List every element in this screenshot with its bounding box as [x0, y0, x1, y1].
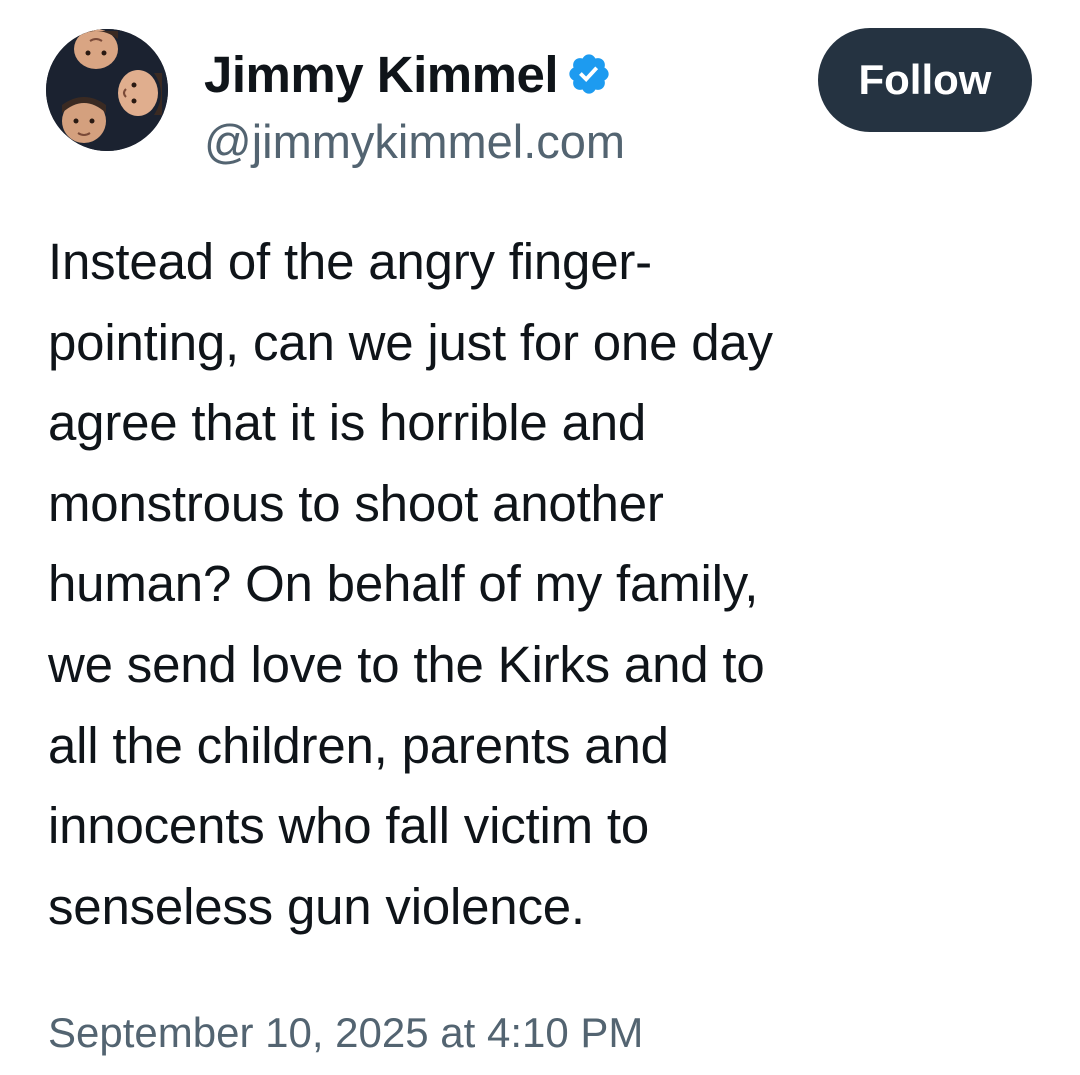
post-text-line: senseless gun violence. — [48, 877, 585, 935]
post-text-line: pointing, can we just for one day — [48, 313, 773, 371]
post-text-line: innocents who fall victim to — [48, 797, 649, 855]
post-text-line: Instead of the angry finger- — [48, 233, 652, 290]
author-display-name[interactable]: Jimmy Kimmel — [204, 49, 559, 100]
verified-badge-icon — [566, 51, 612, 97]
avatar-photo-icon — [46, 29, 168, 151]
post-text: Instead of the angry finger- pointing, c… — [48, 222, 1048, 947]
avatar[interactable] — [46, 29, 168, 151]
post-text-line: monstrous to shoot another — [48, 474, 664, 532]
post-text-line: agree that it is horrible and — [48, 394, 647, 452]
author-handle[interactable]: @jimmykimmel.com — [204, 116, 625, 168]
post-timestamp[interactable]: September 10, 2025 at 4:10 PM — [48, 1008, 643, 1058]
post-text-line: human? On behalf of my family, — [48, 555, 759, 613]
follow-button[interactable]: Follow — [818, 28, 1032, 132]
post-card: Jimmy Kimmel @jimmykimmel.com Follow Ins… — [0, 0, 1080, 1075]
author-name-row: Jimmy Kimmel — [204, 42, 612, 106]
post-text-line: all the children, parents and — [48, 716, 669, 774]
post-text-line: we send love to the Kirks and to — [48, 635, 765, 693]
